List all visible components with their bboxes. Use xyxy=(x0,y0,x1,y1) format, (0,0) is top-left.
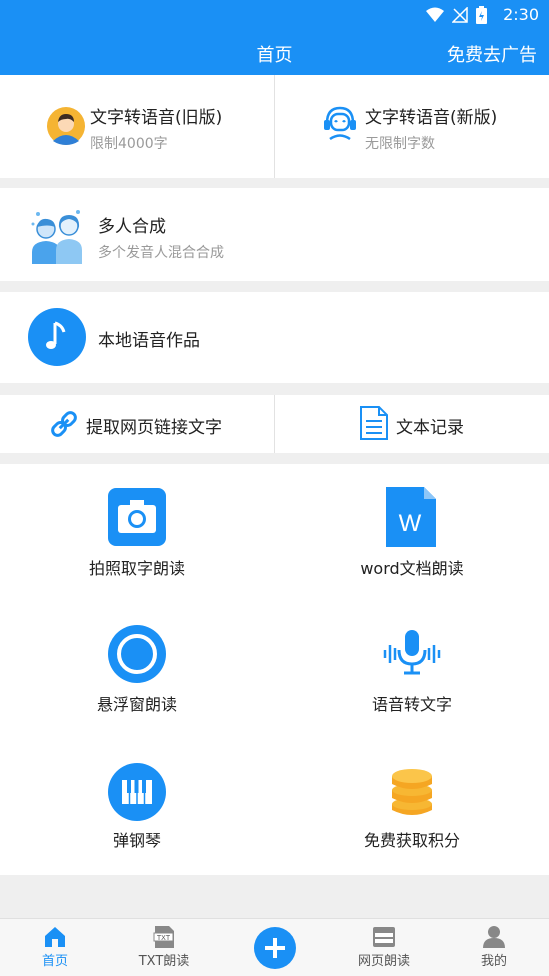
tts-new-subtitle: 无限制字数 xyxy=(365,136,435,152)
feature-grid: 拍照取字朗读 W word文档朗读 悬浮窗朗读 语音转文字 弹钢琴 免费获取积分 xyxy=(0,464,549,875)
nav-home[interactable]: 首页 xyxy=(5,919,105,976)
nav-home-label: 首页 xyxy=(41,954,68,969)
nav-mine-label: 我的 xyxy=(480,954,507,969)
coins-stack-icon xyxy=(392,769,432,815)
person-icon xyxy=(483,926,505,948)
multi-title: 多人合成 xyxy=(98,217,166,237)
nav-web[interactable]: 网页朗读 xyxy=(334,919,434,976)
extract-link-button[interactable]: 提取网页链接文字 xyxy=(0,395,274,453)
local-title: 本地语音作品 xyxy=(98,331,200,351)
avatar-man-icon xyxy=(47,107,85,145)
status-time: 2:30 xyxy=(503,5,539,24)
float-window-button[interactable]: 悬浮窗朗读 xyxy=(0,604,274,734)
float-window-label: 悬浮窗朗读 xyxy=(96,695,177,714)
word-document-icon: W xyxy=(386,487,436,547)
word-read-label: word文档朗读 xyxy=(360,559,464,578)
status-bar: 2:30 xyxy=(0,0,549,30)
add-button[interactable] xyxy=(254,927,296,969)
svg-text:TXT: TXT xyxy=(157,935,171,942)
floating-circle-icon xyxy=(108,625,166,683)
tts-old-button[interactable]: 文字转语音(旧版) 限制4000字 xyxy=(0,75,274,178)
piano-icon xyxy=(108,763,166,821)
camera-icon xyxy=(108,488,166,546)
multi-subtitle: 多个发音人混合合成 xyxy=(98,245,224,261)
nav-web-label: 网页朗读 xyxy=(357,954,410,969)
robot-headset-icon xyxy=(324,106,356,141)
piano-label: 弹钢琴 xyxy=(112,831,161,850)
music-note-icon xyxy=(28,308,86,366)
people-icon xyxy=(31,210,82,264)
word-read-button[interactable]: W word文档朗读 xyxy=(275,464,549,594)
tts-old-subtitle: 限制4000字 xyxy=(90,136,168,152)
bottom-nav: 首页 TXT TXT朗读 网页朗读 我的 xyxy=(0,918,549,976)
tts-new-button[interactable]: 文字转语音(新版) 无限制字数 xyxy=(275,75,549,178)
nav-txt[interactable]: TXT TXT朗读 xyxy=(114,919,214,976)
microphone-icon xyxy=(383,630,441,675)
speech-to-text-button[interactable]: 语音转文字 xyxy=(275,604,549,734)
photo-read-label: 拍照取字朗读 xyxy=(88,559,185,578)
document-icon xyxy=(360,406,388,440)
svg-text:W: W xyxy=(399,510,422,537)
photo-read-button[interactable]: 拍照取字朗读 xyxy=(0,464,274,594)
link-icon xyxy=(51,411,77,437)
nav-mine[interactable]: 我的 xyxy=(444,919,544,976)
webpage-icon xyxy=(373,927,395,947)
remove-ads-button[interactable]: 免费去广告 xyxy=(447,41,537,67)
tools-card: 提取网页链接文字 文本记录 xyxy=(0,395,549,453)
piano-button[interactable]: 弹钢琴 xyxy=(0,744,274,874)
local-works-button[interactable]: 本地语音作品 xyxy=(0,292,549,383)
text-record-label: 文本记录 xyxy=(396,418,464,438)
free-points-button[interactable]: 免费获取积分 xyxy=(275,744,549,874)
txt-file-icon: TXT xyxy=(153,926,174,948)
no-signal-icon xyxy=(452,7,468,23)
text-record-button[interactable]: 文本记录 xyxy=(275,395,549,453)
tts-old-title: 文字转语音(旧版) xyxy=(90,108,223,128)
battery-icon xyxy=(476,6,487,24)
tts-new-title: 文字转语音(新版) xyxy=(365,108,498,128)
tts-card: 文字转语音(旧版) 限制4000字 文字转语音(新版) 无限制字数 xyxy=(0,75,549,178)
wifi-icon xyxy=(426,7,444,22)
extract-link-label: 提取网页链接文字 xyxy=(86,418,222,438)
nav-txt-label: TXT朗读 xyxy=(138,954,190,969)
free-points-label: 免费获取积分 xyxy=(363,831,460,850)
home-icon xyxy=(45,927,65,947)
app-header: 首页 免费去广告 xyxy=(0,30,549,75)
multi-synthesis-button[interactable]: 多人合成 多个发音人混合合成 xyxy=(0,188,549,281)
speech-to-text-label: 语音转文字 xyxy=(371,695,452,714)
plus-icon xyxy=(265,938,285,958)
